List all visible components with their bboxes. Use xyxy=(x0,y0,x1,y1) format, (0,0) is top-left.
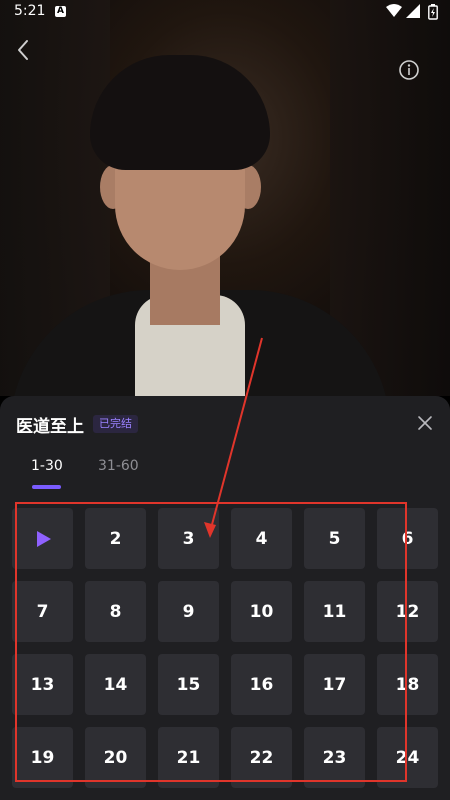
episode-cell-playing[interactable] xyxy=(12,508,73,569)
tab-31-60[interactable]: 31-60 xyxy=(98,458,139,474)
close-icon[interactable] xyxy=(416,414,434,432)
play-icon xyxy=(36,530,51,547)
episode-cell[interactable]: 7 xyxy=(12,581,73,642)
episode-cell[interactable]: 3 xyxy=(158,508,219,569)
episode-cell[interactable]: 6 xyxy=(377,508,438,569)
episode-cell[interactable]: 18 xyxy=(377,654,438,715)
episode-cell[interactable]: 9 xyxy=(158,581,219,642)
episode-cell[interactable]: 10 xyxy=(231,581,292,642)
episode-cell[interactable]: 16 xyxy=(231,654,292,715)
episode-cell[interactable]: 14 xyxy=(85,654,146,715)
episode-cell[interactable]: 4 xyxy=(231,508,292,569)
episode-cell[interactable]: 24 xyxy=(377,727,438,788)
person-hair xyxy=(90,55,270,170)
status-bar: 5:21 A xyxy=(0,0,450,24)
status-badge: 已完结 xyxy=(93,415,138,433)
video-player[interactable] xyxy=(0,0,450,396)
notification-a-icon: A xyxy=(55,6,66,17)
chevron-left-icon[interactable] xyxy=(12,36,36,64)
episode-cell[interactable]: 19 xyxy=(12,727,73,788)
episode-cell[interactable]: 2 xyxy=(85,508,146,569)
episode-cell[interactable]: 13 xyxy=(12,654,73,715)
battery-icon xyxy=(428,4,438,20)
episode-cell[interactable]: 21 xyxy=(158,727,219,788)
episode-cell[interactable]: 23 xyxy=(304,727,365,788)
info-circle-icon[interactable] xyxy=(398,59,420,81)
episode-cell[interactable]: 20 xyxy=(85,727,146,788)
episode-cell[interactable]: 12 xyxy=(377,581,438,642)
drama-title: 医道至上 xyxy=(16,417,84,437)
tab-1-30[interactable]: 1-30 xyxy=(31,458,63,474)
episode-cell[interactable]: 15 xyxy=(158,654,219,715)
active-tab-indicator xyxy=(32,485,61,489)
status-time: 5:21 xyxy=(14,3,46,19)
episode-cell[interactable]: 11 xyxy=(304,581,365,642)
wifi-icon xyxy=(386,4,402,17)
episode-cell[interactable]: 8 xyxy=(85,581,146,642)
episode-cell[interactable]: 17 xyxy=(304,654,365,715)
episode-cell[interactable]: 22 xyxy=(231,727,292,788)
signal-icon xyxy=(406,4,420,18)
episode-sheet: 医道至上 已完结 1-30 31-60 2 3 4 5 6 7 8 9 10 1… xyxy=(0,396,450,800)
episode-cell[interactable]: 5 xyxy=(304,508,365,569)
